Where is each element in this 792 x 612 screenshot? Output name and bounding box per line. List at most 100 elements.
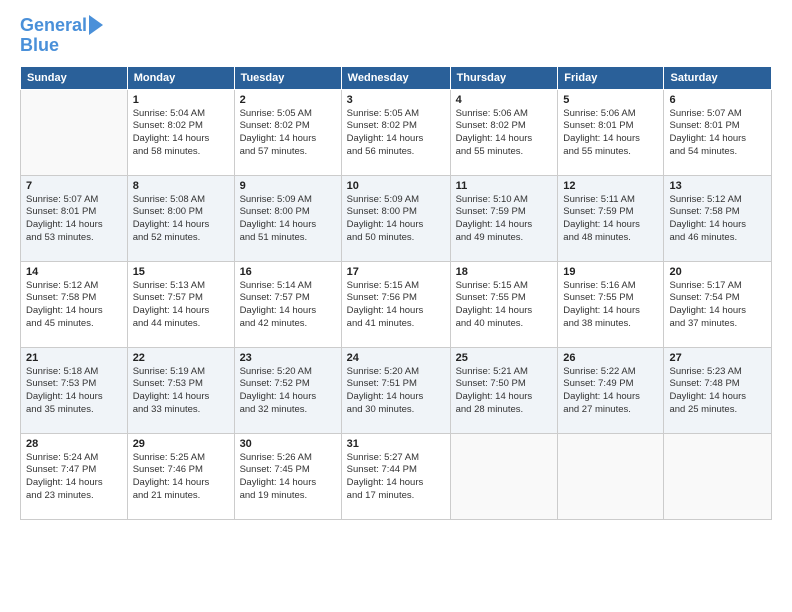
header: General Blue xyxy=(20,16,772,56)
day-number: 9 xyxy=(240,180,336,192)
calendar-cell: 29 Sunrise: 5:25 AM Sunset: 7:46 PM Dayli… xyxy=(127,433,234,519)
calendar-cell xyxy=(664,433,772,519)
logo: General Blue xyxy=(20,16,103,56)
day-info: Sunrise: 5:26 AM Sunset: 7:45 PM Dayligh… xyxy=(240,452,336,503)
calendar-week-row: 14 Sunrise: 5:12 AM Sunset: 7:58 PM Dayli… xyxy=(21,261,772,347)
day-number: 6 xyxy=(669,94,766,106)
calendar-cell: 9 Sunrise: 5:09 AM Sunset: 8:00 PM Daylig… xyxy=(234,175,341,261)
day-number: 16 xyxy=(240,266,336,278)
day-info: Sunrise: 5:14 AM Sunset: 7:57 PM Dayligh… xyxy=(240,280,336,331)
calendar-cell: 12 Sunrise: 5:11 AM Sunset: 7:59 PM Dayli… xyxy=(558,175,664,261)
calendar-week-row: 1 Sunrise: 5:04 AM Sunset: 8:02 PM Daylig… xyxy=(21,89,772,175)
calendar-week-row: 28 Sunrise: 5:24 AM Sunset: 7:47 PM Dayli… xyxy=(21,433,772,519)
calendar-header-wednesday: Wednesday xyxy=(341,66,450,89)
day-number: 5 xyxy=(563,94,658,106)
calendar-cell: 31Sunrise: 5:27 AM Sunset: 7:44 PM Dayli… xyxy=(341,433,450,519)
calendar-cell: 11 Sunrise: 5:10 AM Sunset: 7:59 PM Dayli… xyxy=(450,175,558,261)
day-number: 1 xyxy=(133,94,229,106)
day-info: Sunrise: 5:09 AM Sunset: 8:00 PM Dayligh… xyxy=(240,194,336,245)
day-info: Sunrise: 5:06 AM Sunset: 8:01 PM Dayligh… xyxy=(563,108,658,159)
day-number: 20 xyxy=(669,266,766,278)
calendar-cell: 2Sunrise: 5:05 AM Sunset: 8:02 PM Daylig… xyxy=(234,89,341,175)
day-number: 18 xyxy=(456,266,553,278)
calendar-header-tuesday: Tuesday xyxy=(234,66,341,89)
day-info: Sunrise: 5:12 AM Sunset: 7:58 PM Dayligh… xyxy=(26,280,122,331)
day-info: Sunrise: 5:04 AM Sunset: 8:02 PM Dayligh… xyxy=(133,108,229,159)
calendar-cell: 5 Sunrise: 5:06 AM Sunset: 8:01 PM Daylig… xyxy=(558,89,664,175)
calendar-header-monday: Monday xyxy=(127,66,234,89)
calendar-header-saturday: Saturday xyxy=(664,66,772,89)
calendar-cell: 22 Sunrise: 5:19 AM Sunset: 7:53 PM Dayli… xyxy=(127,347,234,433)
day-number: 22 xyxy=(133,352,229,364)
day-number: 30 xyxy=(240,438,336,450)
day-number: 29 xyxy=(133,438,229,450)
calendar: SundayMondayTuesdayWednesdayThursdayFrid… xyxy=(20,66,772,520)
logo-text-line2: Blue xyxy=(20,36,59,56)
calendar-cell: 24 Sunrise: 5:20 AM Sunset: 7:51 PM Dayli… xyxy=(341,347,450,433)
day-number: 10 xyxy=(347,180,445,192)
calendar-header-row: SundayMondayTuesdayWednesdayThursdayFrid… xyxy=(21,66,772,89)
day-number: 17 xyxy=(347,266,445,278)
calendar-cell: 26 Sunrise: 5:22 AM Sunset: 7:49 PM Dayli… xyxy=(558,347,664,433)
day-info: Sunrise: 5:23 AM Sunset: 7:48 PM Dayligh… xyxy=(669,366,766,417)
day-number: 25 xyxy=(456,352,553,364)
calendar-cell: 6Sunrise: 5:07 AM Sunset: 8:01 PM Daylig… xyxy=(664,89,772,175)
calendar-week-row: 21 Sunrise: 5:18 AM Sunset: 7:53 PM Dayli… xyxy=(21,347,772,433)
calendar-cell: 23Sunrise: 5:20 AM Sunset: 7:52 PM Dayli… xyxy=(234,347,341,433)
calendar-cell: 30 Sunrise: 5:26 AM Sunset: 7:45 PM Dayli… xyxy=(234,433,341,519)
day-number: 8 xyxy=(133,180,229,192)
calendar-cell: 27 Sunrise: 5:23 AM Sunset: 7:48 PM Dayli… xyxy=(664,347,772,433)
calendar-cell: 7Sunrise: 5:07 AM Sunset: 8:01 PM Daylig… xyxy=(21,175,128,261)
day-info: Sunrise: 5:19 AM Sunset: 7:53 PM Dayligh… xyxy=(133,366,229,417)
calendar-cell: 13Sunrise: 5:12 AM Sunset: 7:58 PM Dayli… xyxy=(664,175,772,261)
calendar-cell xyxy=(558,433,664,519)
page: General Blue SundayMondayTuesdayWednesda… xyxy=(0,0,792,530)
day-number: 28 xyxy=(26,438,122,450)
calendar-cell: 25 Sunrise: 5:21 AM Sunset: 7:50 PM Dayli… xyxy=(450,347,558,433)
day-info: Sunrise: 5:15 AM Sunset: 7:55 PM Dayligh… xyxy=(456,280,553,331)
day-info: Sunrise: 5:21 AM Sunset: 7:50 PM Dayligh… xyxy=(456,366,553,417)
day-number: 19 xyxy=(563,266,658,278)
day-info: Sunrise: 5:18 AM Sunset: 7:53 PM Dayligh… xyxy=(26,366,122,417)
day-number: 14 xyxy=(26,266,122,278)
day-info: Sunrise: 5:24 AM Sunset: 7:47 PM Dayligh… xyxy=(26,452,122,503)
calendar-header-thursday: Thursday xyxy=(450,66,558,89)
day-number: 21 xyxy=(26,352,122,364)
day-number: 26 xyxy=(563,352,658,364)
calendar-cell: 20 Sunrise: 5:17 AM Sunset: 7:54 PM Dayli… xyxy=(664,261,772,347)
calendar-cell: 4 Sunrise: 5:06 AM Sunset: 8:02 PM Daylig… xyxy=(450,89,558,175)
calendar-cell: 21 Sunrise: 5:18 AM Sunset: 7:53 PM Dayli… xyxy=(21,347,128,433)
calendar-cell: 19 Sunrise: 5:16 AM Sunset: 7:55 PM Dayli… xyxy=(558,261,664,347)
day-number: 23 xyxy=(240,352,336,364)
calendar-cell: 1 Sunrise: 5:04 AM Sunset: 8:02 PM Daylig… xyxy=(127,89,234,175)
day-info: Sunrise: 5:13 AM Sunset: 7:57 PM Dayligh… xyxy=(133,280,229,331)
day-number: 24 xyxy=(347,352,445,364)
calendar-cell: 28 Sunrise: 5:24 AM Sunset: 7:47 PM Dayli… xyxy=(21,433,128,519)
day-info: Sunrise: 5:10 AM Sunset: 7:59 PM Dayligh… xyxy=(456,194,553,245)
day-number: 27 xyxy=(669,352,766,364)
calendar-cell: 17Sunrise: 5:15 AM Sunset: 7:56 PM Dayli… xyxy=(341,261,450,347)
day-info: Sunrise: 5:05 AM Sunset: 8:02 PM Dayligh… xyxy=(347,108,445,159)
day-number: 4 xyxy=(456,94,553,106)
day-info: Sunrise: 5:25 AM Sunset: 7:46 PM Dayligh… xyxy=(133,452,229,503)
day-number: 12 xyxy=(563,180,658,192)
day-info: Sunrise: 5:20 AM Sunset: 7:51 PM Dayligh… xyxy=(347,366,445,417)
day-number: 15 xyxy=(133,266,229,278)
day-info: Sunrise: 5:06 AM Sunset: 8:02 PM Dayligh… xyxy=(456,108,553,159)
calendar-cell: 18 Sunrise: 5:15 AM Sunset: 7:55 PM Dayli… xyxy=(450,261,558,347)
day-info: Sunrise: 5:12 AM Sunset: 7:58 PM Dayligh… xyxy=(669,194,766,245)
calendar-cell: 10Sunrise: 5:09 AM Sunset: 8:00 PM Dayli… xyxy=(341,175,450,261)
logo-arrow-icon xyxy=(89,15,103,35)
calendar-cell: 15 Sunrise: 5:13 AM Sunset: 7:57 PM Dayli… xyxy=(127,261,234,347)
day-info: Sunrise: 5:16 AM Sunset: 7:55 PM Dayligh… xyxy=(563,280,658,331)
logo-text-line1: General xyxy=(20,16,87,36)
calendar-cell: 3Sunrise: 5:05 AM Sunset: 8:02 PM Daylig… xyxy=(341,89,450,175)
calendar-cell xyxy=(450,433,558,519)
day-number: 7 xyxy=(26,180,122,192)
day-number: 11 xyxy=(456,180,553,192)
day-number: 31 xyxy=(347,438,445,450)
day-info: Sunrise: 5:17 AM Sunset: 7:54 PM Dayligh… xyxy=(669,280,766,331)
calendar-cell: 8Sunrise: 5:08 AM Sunset: 8:00 PM Daylig… xyxy=(127,175,234,261)
day-info: Sunrise: 5:11 AM Sunset: 7:59 PM Dayligh… xyxy=(563,194,658,245)
day-info: Sunrise: 5:22 AM Sunset: 7:49 PM Dayligh… xyxy=(563,366,658,417)
